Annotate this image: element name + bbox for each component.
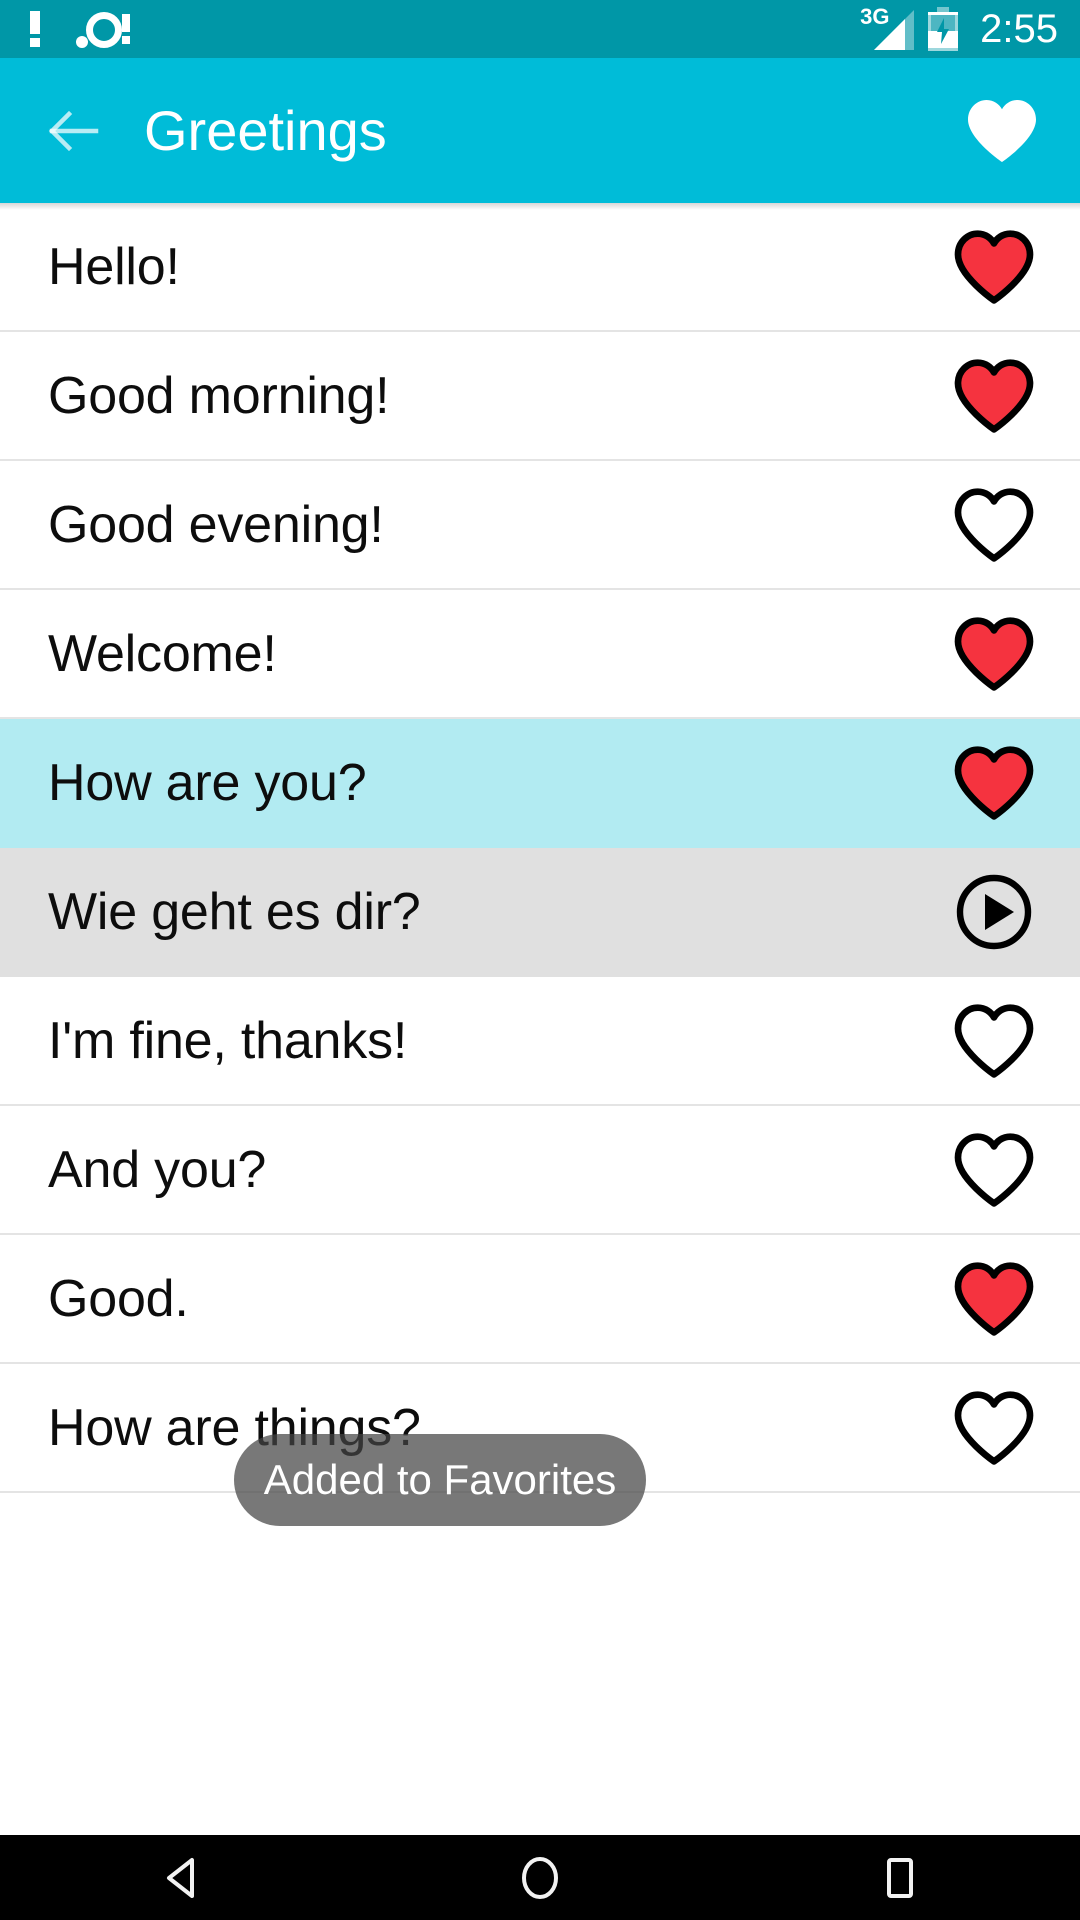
favorites-heart-icon[interactable]: [966, 98, 1038, 164]
heart-filled-icon: [954, 616, 1034, 691]
list-item[interactable]: Good evening!: [0, 461, 1080, 590]
play-button[interactable]: [952, 870, 1036, 954]
nav-recents-button[interactable]: [840, 1835, 960, 1920]
square-icon: [887, 1857, 913, 1898]
list-item-label: Welcome!: [48, 624, 277, 683]
nav-back-button[interactable]: [120, 1835, 240, 1920]
favorite-toggle-button[interactable]: [952, 1386, 1036, 1470]
list-item[interactable]: Good morning!: [0, 332, 1080, 461]
toast-notification: Added to Favorites: [234, 1434, 646, 1526]
favorite-toggle-button[interactable]: [952, 1128, 1036, 1212]
heart-outline-icon: [954, 487, 1034, 562]
list-item[interactable]: Good.: [0, 1235, 1080, 1364]
toast-message: Added to Favorites: [263, 1456, 617, 1503]
page-title: Greetings: [144, 98, 387, 162]
list-item-label: I'm fine, thanks!: [48, 1011, 408, 1070]
sync-alert-icon: [74, 10, 132, 48]
play-circle-icon: [956, 874, 1032, 949]
list-item-label: And you?: [48, 1140, 267, 1199]
heart-outline-icon: [954, 1390, 1034, 1465]
charging-bolt-icon: [937, 18, 950, 44]
list-item-label: Good morning!: [48, 366, 390, 425]
circle-icon: [522, 1856, 558, 1899]
status-bar: 3G 2:55: [0, 0, 1080, 58]
heart-outline-icon: [954, 1003, 1034, 1078]
alert-exclamation-icon: [30, 11, 40, 47]
heart-filled-icon: [954, 745, 1034, 820]
system-navigation-bar: [0, 1835, 1080, 1920]
heart-filled-icon: [954, 1261, 1034, 1336]
triangle-left-icon: [167, 1857, 194, 1898]
battery-charging-icon: [928, 7, 959, 51]
heart-outline-icon: [954, 1132, 1034, 1207]
back-arrow-icon[interactable]: [46, 103, 102, 159]
nav-home-button[interactable]: [480, 1835, 600, 1920]
app-bar: Greetings: [0, 58, 1080, 210]
status-bar-notifications: [30, 10, 860, 48]
favorite-toggle-button[interactable]: [952, 225, 1036, 309]
heart-filled-icon: [954, 358, 1034, 433]
favorite-toggle-button[interactable]: [952, 999, 1036, 1083]
favorite-toggle-button[interactable]: [952, 612, 1036, 696]
list-item-label: Hello!: [48, 237, 180, 296]
status-bar-clock: 2:55: [980, 7, 1058, 51]
phone-screen: 3G 2:55 Greetings Hello! Good morning! G…: [0, 0, 1080, 1920]
list-item[interactable]: Welcome!: [0, 590, 1080, 719]
list-item[interactable]: I'm fine, thanks!: [0, 977, 1080, 1106]
heart-filled-icon: [954, 229, 1034, 304]
list-item-label: How are you?: [48, 753, 367, 812]
favorite-toggle-button[interactable]: [952, 354, 1036, 438]
list-item[interactable]: How are you?: [0, 719, 1080, 848]
list-item[interactable]: Wie geht es dir?: [0, 848, 1080, 977]
signal-3g-icon: 3G: [860, 6, 915, 50]
favorite-toggle-button[interactable]: [952, 483, 1036, 567]
list-item[interactable]: Hello!: [0, 203, 1080, 332]
list-item-label: Wie geht es dir?: [48, 882, 421, 941]
status-bar-system: 3G 2:55: [860, 6, 1058, 51]
phrase-list[interactable]: Hello! Good morning! Good evening! Welcome!…: [0, 203, 1080, 1835]
list-item[interactable]: And you?: [0, 1106, 1080, 1235]
favorite-toggle-button[interactable]: [952, 1257, 1036, 1341]
list-item-label: Good.: [48, 1269, 189, 1328]
favorite-toggle-button[interactable]: [952, 741, 1036, 825]
list-item-label: Good evening!: [48, 495, 384, 554]
